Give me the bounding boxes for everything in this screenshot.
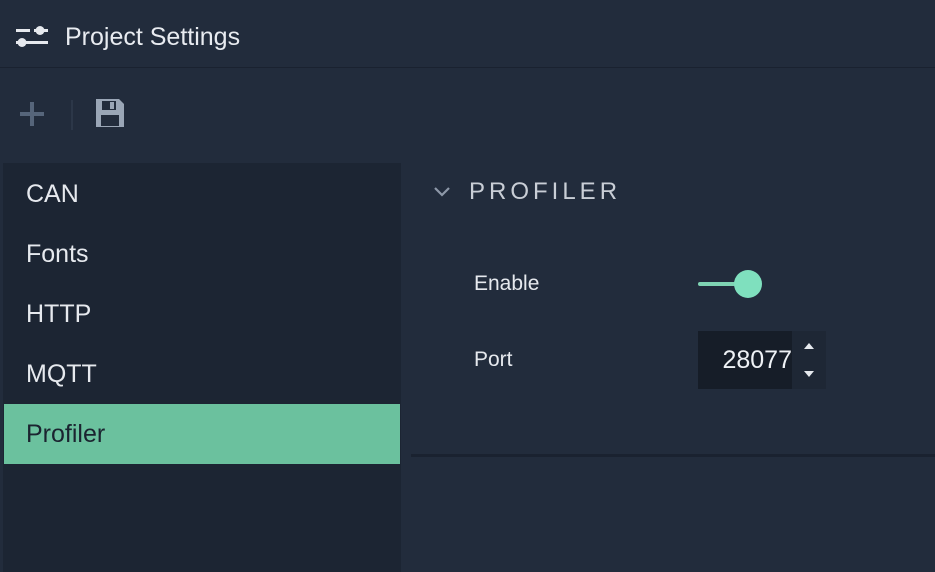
section-title: PROFILER <box>469 178 622 205</box>
decrement-button[interactable] <box>792 360 826 389</box>
add-button[interactable] <box>17 99 47 129</box>
enable-toggle[interactable] <box>698 270 764 298</box>
sidebar-item-label: Profiler <box>26 420 106 448</box>
profiler-section-header[interactable]: PROFILER <box>411 163 935 223</box>
toggle-thumb <box>734 270 762 298</box>
plus-icon <box>17 102 47 133</box>
settings-sidebar: CAN Fonts HTTP MQTT Profiler <box>3 163 401 572</box>
settings-panel: PROFILER Enable Port 28077 <box>411 163 935 572</box>
toolbar <box>0 69 935 161</box>
project-settings-window: Project Settings CAN Fonts HTTP MQTT Pro… <box>0 0 935 572</box>
sidebar-item-label: MQTT <box>26 360 97 388</box>
enable-label: Enable <box>474 272 540 295</box>
sidebar-item-fonts[interactable]: Fonts <box>4 224 400 284</box>
sidebar-item-can[interactable]: CAN <box>4 164 400 224</box>
sidebar-item-label: HTTP <box>26 300 92 328</box>
spin-buttons <box>792 331 826 389</box>
chevron-down-icon <box>433 185 451 199</box>
title-bar: Project Settings <box>0 0 935 68</box>
section-divider <box>411 454 935 457</box>
window-title: Project Settings <box>65 23 241 51</box>
increment-button[interactable] <box>792 331 826 360</box>
save-button[interactable] <box>94 97 126 129</box>
toolbar-separator <box>71 100 73 130</box>
port-spinbox[interactable]: 28077 <box>698 331 826 389</box>
sidebar-item-http[interactable]: HTTP <box>4 284 400 344</box>
sidebar-item-profiler[interactable]: Profiler <box>4 404 400 464</box>
port-label: Port <box>474 348 513 371</box>
sidebar-item-label: CAN <box>26 180 79 208</box>
sidebar-item-mqtt[interactable]: MQTT <box>4 344 400 404</box>
save-icon <box>94 99 126 133</box>
port-input[interactable]: 28077 <box>698 331 792 389</box>
sidebar-item-label: Fonts <box>26 240 89 268</box>
sliders-icon <box>16 25 48 49</box>
